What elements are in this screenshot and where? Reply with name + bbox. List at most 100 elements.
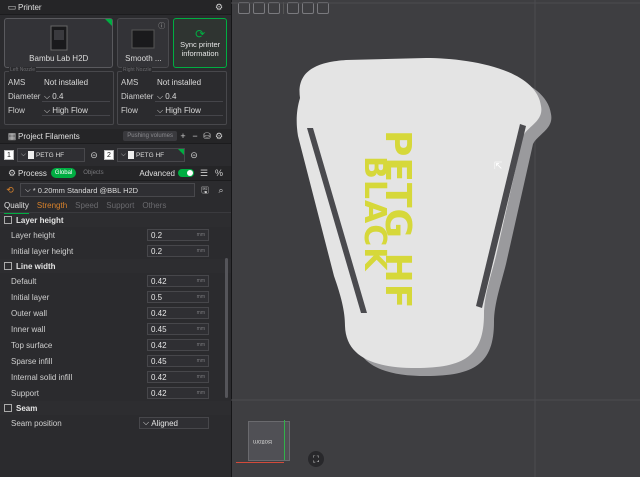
setting-row: Layer height 0.2 mm <box>0 227 231 243</box>
extruder-info: Left Nozzle AMS Not installed Diameter ⌵ 0… <box>0 67 231 125</box>
info-icon[interactable]: ⓘ <box>158 21 165 31</box>
save-preset-icon[interactable]: 🖫 <box>199 184 211 196</box>
setting-label: Layer height <box>11 230 56 240</box>
filament-swatch <box>127 151 134 159</box>
filaments-section-title: Project Filaments <box>18 131 80 141</box>
group-title: Line width <box>16 261 56 271</box>
setting-unit: mm <box>196 310 205 316</box>
diameter-label: Diameter <box>8 91 41 101</box>
gear-icon[interactable]: ⚙ <box>213 130 225 142</box>
sync-icon: ⟳ <box>195 27 206 41</box>
setting-input[interactable]: 0.42 mm <box>147 307 209 319</box>
mouse-cursor-icon: ⇱ <box>494 161 503 172</box>
group-title: Layer height <box>16 215 64 225</box>
filament-settings-icon[interactable]: ⊝ <box>88 149 100 161</box>
setting-input[interactable]: 0.42 mm <box>147 387 209 399</box>
selected-corner-mark <box>178 149 184 155</box>
setting-input[interactable]: 0.5 mm <box>147 291 209 303</box>
filament-slots: 1 ⌵ PETG HF ⊝ 2 ⌵ PETG HF ⊝ <box>0 144 231 166</box>
list-icon[interactable]: ☰ <box>198 167 210 179</box>
tab-support[interactable]: Support <box>106 199 134 213</box>
filament-swatch <box>27 151 34 159</box>
setting-row: Top surface 0.42 mm <box>0 337 231 353</box>
advanced-label: Advanced <box>139 168 175 178</box>
tab-strength[interactable]: Strength <box>37 199 67 213</box>
setting-label: Internal solid infill <box>11 372 73 382</box>
preset-modified-icon: ⟲ <box>6 184 14 195</box>
sync-ams-icon[interactable]: ⛁ <box>201 130 213 142</box>
printer-card-selected[interactable]: Bambu Lab H2D <box>4 18 114 68</box>
tab-speed[interactable]: Speed <box>75 199 98 213</box>
process-preset-select[interactable]: ⌵ * 0.20mm Standard @BBL H2D <box>20 183 195 197</box>
setting-label: Initial layer <box>11 292 50 302</box>
setting-input[interactable]: 0.45 mm <box>147 323 209 335</box>
search-icon[interactable]: ⌕ <box>215 184 227 196</box>
mode-switch: Global Objects <box>50 168 108 178</box>
filament-icon: ▦ <box>7 130 17 141</box>
compare-icon[interactable]: % <box>213 167 225 179</box>
flow-select[interactable]: ⌵ High Flow <box>42 105 110 116</box>
setting-unit: mm <box>196 278 205 284</box>
mode-global-button[interactable]: Global <box>50 168 77 178</box>
setting-label: Inner wall <box>11 324 46 334</box>
mode-objects-button[interactable]: Objects <box>79 168 107 178</box>
setting-input[interactable]: 0.2 mm <box>147 229 209 241</box>
settings-list: Layer height Layer height 0.2 mm Initial l… <box>0 213 231 431</box>
sync-label-line1: Sync printer <box>180 40 221 49</box>
add-icon[interactable]: + <box>177 130 189 142</box>
diameter-select[interactable]: ⌵ 0.4 <box>155 91 223 102</box>
filament-slot: 1 ⌵ PETG HF ⊝ <box>4 148 100 162</box>
filament-select[interactable]: ⌵ PETG HF <box>17 148 85 162</box>
ams-value: Not installed <box>157 77 202 87</box>
axis-x-line <box>236 462 284 463</box>
setting-input[interactable]: 0.42 mm <box>147 371 209 383</box>
setting-label: Initial layer height <box>11 246 74 256</box>
zoom-fit-icon[interactable]: ⛶ <box>308 451 324 467</box>
setting-row: Inner wall 0.45 mm <box>0 321 231 337</box>
pushing-volumes-button[interactable]: Pushing volumes <box>123 131 177 141</box>
settings-scrollbar[interactable] <box>225 258 228 398</box>
ams-label: AMS <box>8 77 26 87</box>
group-line-width: Line width <box>0 259 231 273</box>
printer-card-other[interactable]: ⓘ Smooth ... <box>117 18 170 68</box>
setting-value: 0.2 <box>151 246 163 256</box>
setting-input[interactable]: 0.2 mm <box>147 245 209 257</box>
setting-unit: mm <box>196 358 205 364</box>
flow-select[interactable]: ⌵ High Flow <box>155 105 223 116</box>
printer-section-title: Printer <box>18 2 42 12</box>
setting-row: Sparse infill 0.45 mm <box>0 353 231 369</box>
process-preset-name: * 0.20mm Standard @BBL H2D <box>32 185 139 195</box>
emboss-line-2: BLACK <box>357 156 392 272</box>
setting-value: 0.45 <box>151 324 167 334</box>
setting-label: Outer wall <box>11 308 48 318</box>
sync-printer-button[interactable]: ⟳ Sync printer information <box>173 18 227 68</box>
filament-settings-icon[interactable]: ⊝ <box>188 149 200 161</box>
setting-row: Initial layer 0.5 mm <box>0 289 231 305</box>
setting-value: 0.42 <box>151 388 167 398</box>
remove-icon[interactable]: − <box>189 130 201 142</box>
setting-input[interactable]: 0.42 mm <box>147 339 209 351</box>
setting-row: Default 0.42 mm <box>0 273 231 289</box>
ams-value: Not installed <box>44 77 89 87</box>
setting-value: 0.42 <box>151 340 167 350</box>
setting-input[interactable]: 0.45 mm <box>147 355 209 367</box>
extruder-right-caption: Right Nozzle <box>122 67 153 73</box>
selected-corner-mark <box>105 19 113 26</box>
tab-others[interactable]: Others <box>142 199 166 213</box>
seam-position-select[interactable]: ⌵ Aligned <box>139 417 209 429</box>
filament-select[interactable]: ⌵ PETG HF <box>117 148 185 162</box>
diameter-label: Diameter <box>121 91 154 101</box>
setting-label: Top surface <box>11 340 53 350</box>
diameter-select[interactable]: ⌵ 0.4 <box>42 91 110 102</box>
gear-icon[interactable]: ⚙ <box>213 1 225 13</box>
printer-cards: Bambu Lab H2D ⓘ Smooth ... ⟳ Sync printe… <box>0 15 231 71</box>
setting-row: Initial layer height 0.2 mm <box>0 243 231 259</box>
setting-unit: mm <box>196 248 205 254</box>
extruder-left-caption: Left Nozzle <box>9 67 37 73</box>
setting-value: 0.42 <box>151 276 167 286</box>
group-title: Seam <box>16 403 38 413</box>
advanced-toggle[interactable] <box>178 169 194 177</box>
setting-input[interactable]: 0.42 mm <box>147 275 209 287</box>
tab-quality[interactable]: Quality <box>4 199 29 214</box>
setting-value: Aligned <box>151 418 178 428</box>
